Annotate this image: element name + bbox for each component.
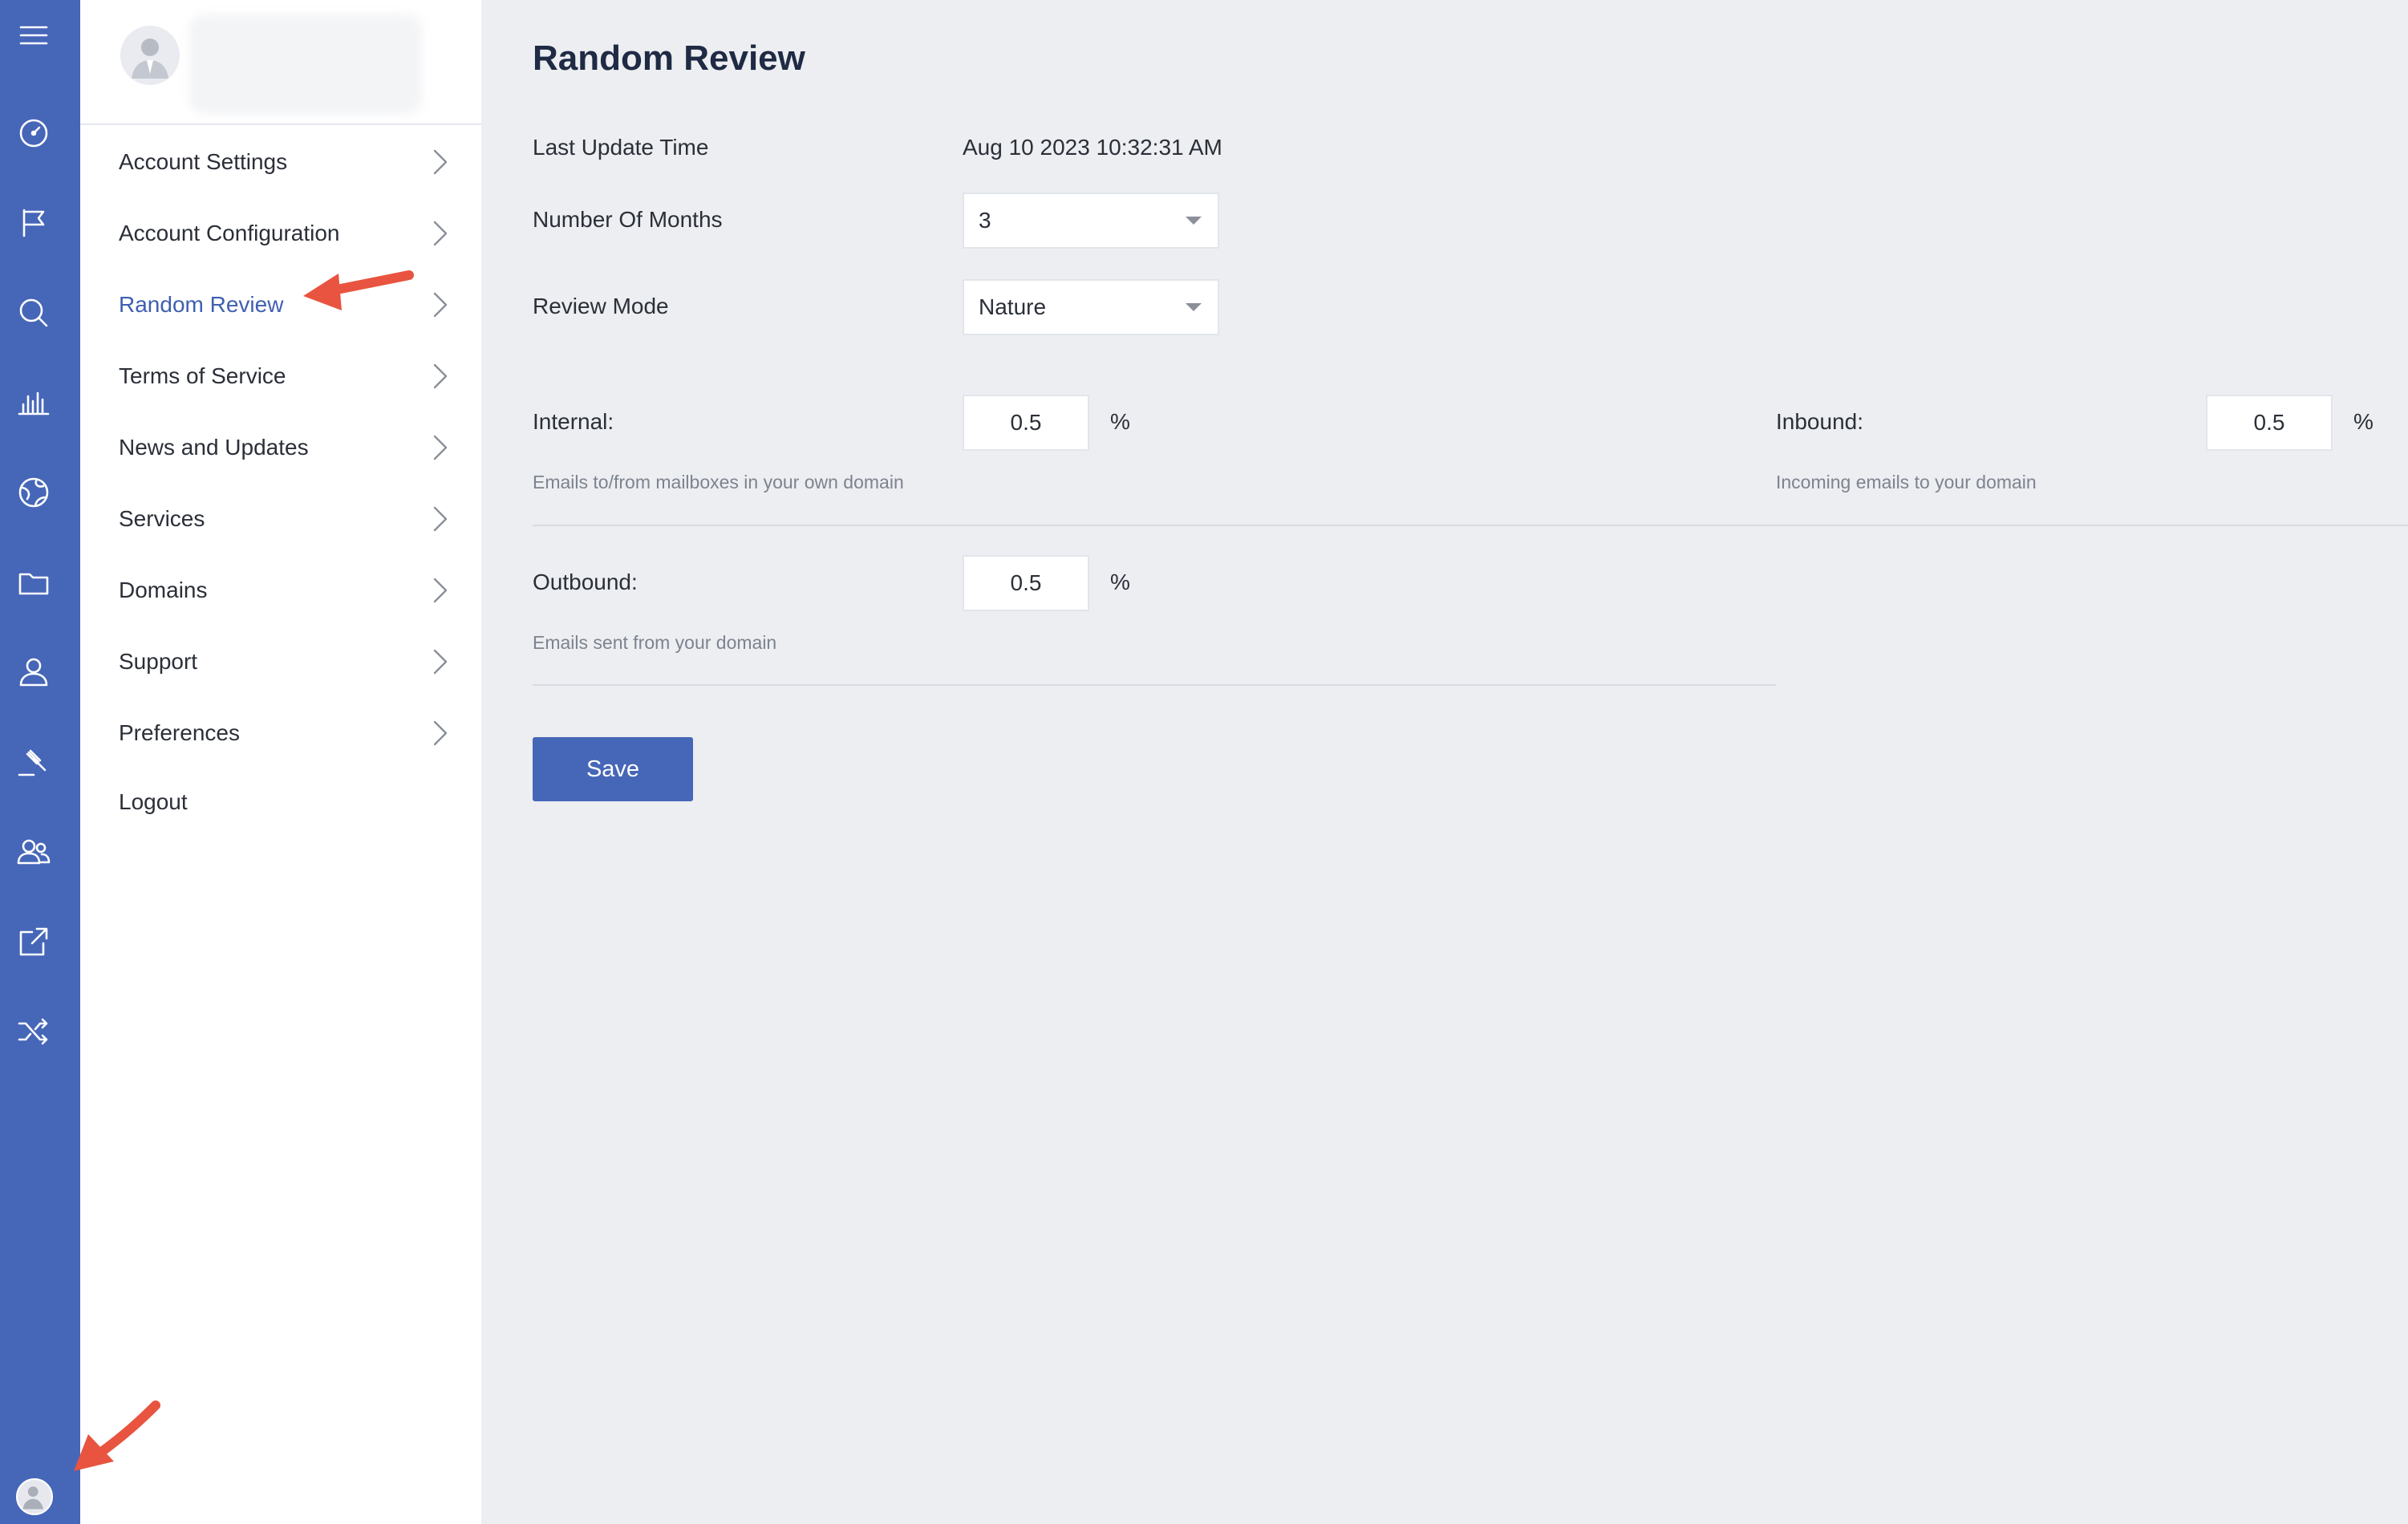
menu-item-label: Terms of Service: [119, 363, 286, 388]
profile-avatar: [120, 26, 180, 85]
internal-label: Internal:: [533, 409, 614, 434]
menu-item-label: Account Settings: [119, 149, 288, 174]
user-icon[interactable]: [13, 651, 55, 693]
number-of-months-value: 3: [979, 208, 991, 233]
menu-item-label: Logout: [119, 789, 188, 814]
menu-item-label: Support: [119, 649, 198, 674]
chevron-right-icon: [424, 432, 456, 464]
menu-item-account-settings[interactable]: Account Settings: [119, 138, 523, 186]
settings-menu-panel: Account Settings Account Configuration R…: [80, 0, 481, 1524]
outbound-label: Outbound:: [533, 569, 638, 594]
chevron-right-icon: [424, 217, 456, 249]
menu-item-domains[interactable]: Domains: [119, 566, 523, 614]
shuffle-icon[interactable]: [13, 1011, 55, 1052]
menu-item-services[interactable]: Services: [119, 495, 523, 543]
section-divider: [533, 525, 2408, 526]
chevron-right-icon: [424, 146, 456, 178]
rail-avatar[interactable]: [16, 1478, 53, 1515]
internal-percent-input[interactable]: [963, 395, 1089, 451]
chevron-right-icon: [424, 717, 456, 749]
users-group-icon[interactable]: [13, 831, 55, 873]
flag-icon[interactable]: [13, 202, 55, 244]
app-window: Account Settings Account Configuration R…: [0, 0, 2408, 1524]
section-divider: [533, 684, 1776, 686]
inbound-percent-input[interactable]: [2206, 395, 2333, 451]
save-button[interactable]: Save: [533, 737, 693, 801]
outbound-percent-input[interactable]: [963, 555, 1089, 611]
gavel-icon[interactable]: [13, 741, 55, 783]
dropdown-caret-icon: [1186, 303, 1202, 311]
review-mode-value: Nature: [979, 294, 1047, 319]
chevron-right-icon: [424, 574, 456, 606]
review-mode-select[interactable]: Nature: [963, 279, 1219, 335]
chevron-right-icon: [424, 360, 456, 392]
profile-header: [80, 0, 481, 125]
globe-icon[interactable]: [13, 472, 55, 513]
outbound-percent-unit: %: [1110, 569, 1130, 594]
internal-hint: Emails to/from mailboxes in your own dom…: [533, 472, 904, 492]
menu-item-label: Domains: [119, 578, 208, 602]
external-link-icon[interactable]: [13, 921, 55, 963]
review-mode-label: Review Mode: [533, 294, 669, 318]
menu-item-label: Account Configuration: [119, 221, 340, 245]
annotation-arrow-icon: [74, 1400, 160, 1471]
inbound-label: Inbound:: [1776, 409, 1863, 434]
menu-item-preferences[interactable]: Preferences: [119, 709, 523, 757]
dashboard-gauge-icon[interactable]: [13, 112, 55, 154]
inbound-hint: Incoming emails to your domain: [1776, 472, 2037, 492]
last-update-value: Aug 10 2023 10:32:31 AM: [963, 135, 1222, 160]
bar-chart-icon[interactable]: [13, 382, 55, 424]
menu-item-news-and-updates[interactable]: News and Updates: [119, 424, 523, 472]
random-review-page: Random Review Last Update Time Aug 10 20…: [481, 0, 2408, 1524]
number-of-months-label: Number Of Months: [533, 207, 723, 232]
hamburger-menu-icon[interactable]: [13, 14, 55, 56]
inbound-percent-unit: %: [2353, 409, 2374, 434]
menu-item-label: Preferences: [119, 720, 240, 745]
menu-item-terms-of-service[interactable]: Terms of Service: [119, 352, 523, 400]
menu-item-label: News and Updates: [119, 435, 309, 460]
chevron-right-icon: [424, 503, 456, 535]
chevron-right-icon: [424, 289, 456, 321]
profile-name-redacted: [189, 14, 422, 114]
chevron-right-icon: [424, 646, 456, 678]
menu-item-account-configuration[interactable]: Account Configuration: [119, 209, 523, 257]
icon-rail: [0, 0, 80, 1524]
menu-item-logout[interactable]: Logout: [119, 778, 523, 826]
menu-item-label: Random Review: [119, 292, 284, 317]
internal-percent-unit: %: [1110, 409, 1130, 434]
number-of-months-select[interactable]: 3: [963, 193, 1219, 249]
dropdown-caret-icon: [1186, 217, 1202, 225]
annotation-arrow-icon: [303, 270, 414, 310]
page-title: Random Review: [533, 39, 805, 78]
last-update-label: Last Update Time: [533, 135, 709, 160]
menu-item-label: Services: [119, 506, 205, 531]
search-icon[interactable]: [13, 292, 55, 334]
folder-icon[interactable]: [13, 561, 55, 603]
menu-item-support[interactable]: Support: [119, 638, 523, 686]
outbound-hint: Emails sent from your domain: [533, 632, 777, 653]
